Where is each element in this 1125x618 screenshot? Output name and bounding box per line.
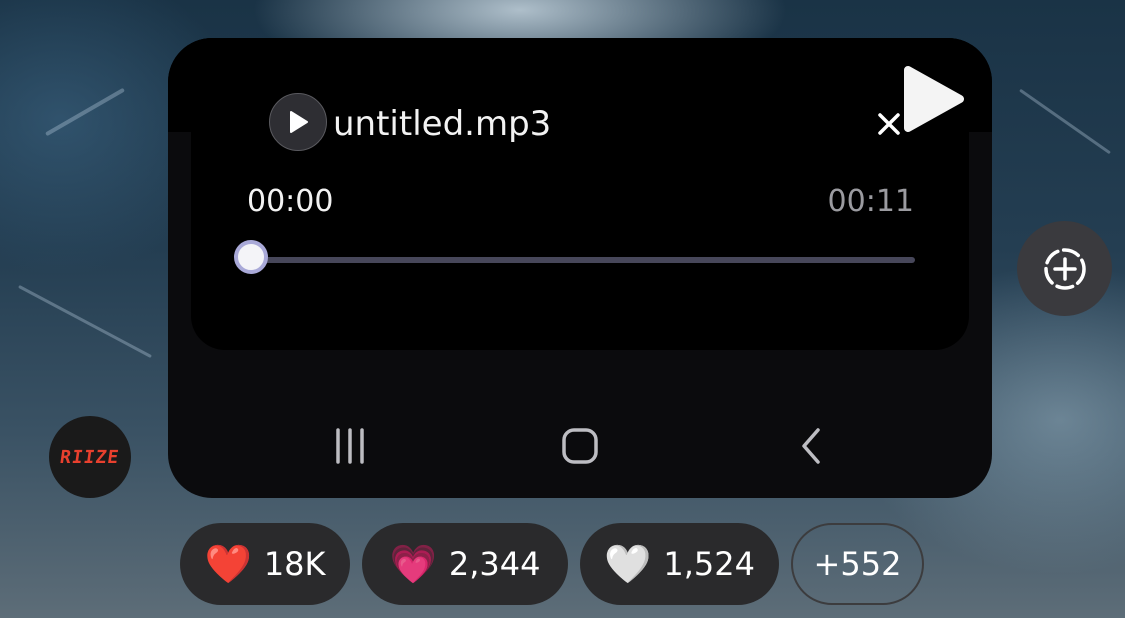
more-reactions-count: +552 [813, 545, 902, 583]
reaction-count: 18K [263, 545, 326, 583]
home-icon [562, 428, 598, 464]
file-name: untitled.mp3 [333, 104, 552, 144]
close-icon [878, 113, 900, 135]
nav-recents-button[interactable] [328, 424, 372, 468]
reaction-pill-red-heart[interactable]: ❤️ 18K [180, 523, 350, 605]
dashed-add-circle-icon [1043, 247, 1086, 290]
back-icon [802, 428, 820, 464]
reaction-count: 2,344 [448, 545, 541, 583]
background-streak [18, 284, 152, 359]
play-button[interactable] [269, 93, 327, 151]
duration: 00:11 [827, 184, 914, 219]
reaction-count: 1,524 [663, 545, 755, 583]
background-streak [45, 87, 125, 137]
recents-icon [336, 428, 364, 464]
seek-thumb[interactable] [234, 240, 268, 274]
play-icon [904, 66, 964, 132]
close-button[interactable] [873, 108, 905, 140]
seek-track[interactable] [251, 257, 915, 263]
profile-avatar[interactable]: RIIZE [49, 416, 131, 498]
nav-back-button[interactable] [790, 424, 834, 468]
audio-player-window: untitled.mp3 00:00 00:11 [168, 38, 992, 498]
nav-home-button[interactable] [558, 424, 602, 468]
story-play-button[interactable] [902, 64, 966, 134]
reaction-pill-pink-heart[interactable]: 💗 2,344 [362, 523, 568, 605]
more-reactions-button[interactable]: +552 [791, 523, 924, 605]
play-icon [290, 111, 308, 133]
red-heart-icon: ❤️ [204, 542, 252, 586]
avatar-logo-text: RIIZE [58, 446, 122, 468]
player-card: untitled.mp3 00:00 00:11 [191, 38, 969, 350]
white-heart-icon: 🤍 [604, 542, 652, 586]
pink-heart-icon: 💗 [389, 542, 437, 586]
current-time: 00:00 [247, 184, 334, 219]
background-streak [1019, 88, 1111, 155]
reaction-pill-white-heart[interactable]: 🤍 1,524 [580, 523, 779, 605]
add-to-story-button[interactable] [1017, 221, 1112, 316]
